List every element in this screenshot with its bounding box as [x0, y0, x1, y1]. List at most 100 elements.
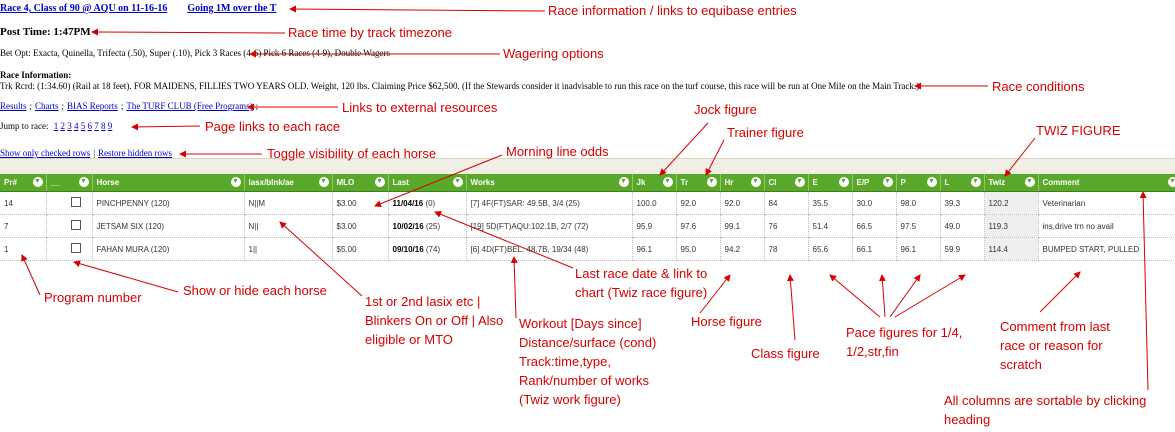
- annotation-comment: Comment from last race or reason for scr…: [1000, 319, 1110, 372]
- sort-icon: ▼: [32, 177, 43, 187]
- show-checked-rows-link[interactable]: Show only checked rows: [0, 148, 90, 158]
- jump-race-link[interactable]: 5: [81, 121, 86, 131]
- col-label: MLO: [336, 178, 355, 187]
- entries-table: Pr# ▼ __ ▼ Horse ▼ lasx/blnk/ae ▼ MLO ▼ Last ▼…: [0, 174, 1175, 261]
- horse-figure: 94.2: [720, 237, 765, 261]
- toggle-separator: |: [93, 148, 96, 158]
- turf-club-link[interactable]: The TURF CLUB (Free Programs): [126, 101, 252, 111]
- twiz-figure: 120.2: [984, 191, 1039, 215]
- arrow-line: [73, 260, 179, 293]
- sort-icon: ▼: [78, 177, 89, 187]
- link-separator: ;: [120, 101, 124, 111]
- sort-icon: ▼: [1024, 177, 1035, 187]
- arrow-line: [91, 28, 286, 36]
- workout: [6] 4D(FT)BEL: 48.7B, 19/34 (48): [466, 237, 633, 261]
- jump-race-link[interactable]: 7: [94, 121, 99, 131]
- sort-icon: ▼: [1167, 177, 1175, 187]
- table-header-row: Pr# ▼ __ ▼ Horse ▼ lasx/blnk/ae ▼ MLO ▼ Last ▼…: [0, 174, 1175, 192]
- col-label: Twiz: [988, 178, 1006, 187]
- row-toggles: Show only checked rows | Restore hidden ro…: [0, 148, 172, 158]
- last-race-figure: (0): [425, 198, 436, 208]
- col-header-tr[interactable]: Tr ▼: [676, 174, 721, 192]
- jump-race-link[interactable]: 1: [54, 121, 59, 131]
- annotation-pace: Pace figures for 1/4, 1/2,str,fin: [846, 325, 963, 359]
- race-info-link[interactable]: Race 4, Class of 90 @ AQU on 11-16-16: [0, 3, 167, 14]
- jock-figure: 95.9: [632, 214, 677, 238]
- jump-race-link[interactable]: 3: [67, 121, 72, 131]
- pace-l: 39.3: [940, 191, 985, 215]
- col-header-comment[interactable]: Comment ▼: [1038, 174, 1175, 192]
- pace-p: 97.5: [896, 214, 941, 238]
- jump-race-link[interactable]: 9: [108, 121, 113, 131]
- external-links: Results; Charts; BIAS Reports; The TURF CLU…: [0, 101, 261, 111]
- row-checkbox[interactable]: [70, 197, 81, 207]
- horse-figure: 92.0: [720, 191, 765, 215]
- col-header-cl[interactable]: Cl ▼: [764, 174, 809, 192]
- restore-hidden-rows-link[interactable]: Restore hidden rows: [98, 148, 172, 158]
- col-label: Pr#: [4, 178, 17, 187]
- race-distance-link[interactable]: Going 1M over the T: [187, 3, 276, 14]
- last-race-date-link[interactable]: 11/04/16: [393, 199, 424, 208]
- arrow-line: [1039, 271, 1081, 313]
- col-header-e[interactable]: E ▼: [808, 174, 853, 192]
- sort-icon: ▼: [662, 177, 673, 187]
- arrow-line: [889, 274, 921, 318]
- col-label: P: [900, 178, 906, 187]
- jump-race-link[interactable]: 8: [101, 121, 106, 131]
- col-label: E/P: [856, 178, 870, 187]
- col-label: Jk: [636, 178, 646, 187]
- row-checkbox[interactable]: [70, 220, 81, 230]
- lasix-blinkers: 1||: [244, 237, 333, 261]
- program-number: 7: [0, 214, 47, 238]
- col-header-last[interactable]: Last ▼: [388, 174, 467, 192]
- last-race-cell: 10/02/16 (25): [388, 214, 467, 238]
- col-header-jk[interactable]: Jk ▼: [632, 174, 677, 192]
- arrow-line: [878, 274, 886, 318]
- col-label: Horse: [96, 178, 120, 187]
- last-race-date-link[interactable]: 09/10/16: [393, 245, 424, 254]
- annotation-race-info: Race information / links to equibase ent…: [548, 3, 797, 18]
- charts-link[interactable]: Charts: [35, 101, 59, 111]
- horse-name: JETSAM SIX (120): [92, 214, 245, 238]
- lasix-blinkers: N||M: [244, 191, 333, 215]
- col-header-check[interactable]: __ ▼: [46, 174, 93, 192]
- comment: Veterinarian: [1038, 191, 1175, 215]
- annotation-last-race: Last race date & link to chart (Twiz rac…: [575, 266, 708, 300]
- col-header-pr[interactable]: Pr# ▼: [0, 174, 47, 192]
- jump-race-link[interactable]: 6: [88, 121, 93, 131]
- pace-e: 51.4: [808, 214, 853, 238]
- pace-e: 65.6: [808, 237, 853, 261]
- annotation-external-links: Links to external resources: [342, 100, 498, 115]
- jump-label: Jump to race:: [0, 121, 49, 131]
- sort-icon: ▼: [230, 177, 241, 187]
- col-header-p[interactable]: P ▼: [896, 174, 941, 192]
- results-link[interactable]: Results: [0, 101, 27, 111]
- row-checkbox[interactable]: [70, 243, 81, 253]
- bias-reports-link[interactable]: BIAS Reports: [67, 101, 118, 111]
- morning-line-odds: $3.00: [332, 191, 389, 215]
- col-header-mlo[interactable]: MLO ▼: [332, 174, 389, 192]
- col-header-horse[interactable]: Horse ▼: [92, 174, 245, 192]
- jump-race-link[interactable]: 2: [61, 121, 66, 131]
- sort-icon: ▼: [318, 177, 329, 187]
- col-label: Last: [392, 178, 409, 187]
- jock-figure: 100.0: [632, 191, 677, 215]
- col-header-works[interactable]: Works ▼: [466, 174, 633, 192]
- col-header-hr[interactable]: Hr ▼: [720, 174, 765, 192]
- col-label: E: [812, 178, 818, 187]
- col-label: L: [944, 178, 950, 187]
- col-header-l[interactable]: L ▼: [940, 174, 985, 192]
- program-number: 1: [0, 237, 47, 261]
- arrow-line: [894, 274, 966, 318]
- col-header-lasix[interactable]: lasx/blnk/ae ▼: [244, 174, 333, 192]
- last-race-date-link[interactable]: 10/02/16: [393, 222, 424, 231]
- col-header-twiz[interactable]: Twiz ▼: [984, 174, 1039, 192]
- workout: [19] 5D(FT)AQU:102.1B, 2/7 (72): [466, 214, 633, 238]
- sort-icon: ▼: [926, 177, 937, 187]
- col-header-ep[interactable]: E/P ▼: [852, 174, 897, 192]
- table-row: 14 PINCHPENNY (120) N||M $3.00 11/04/16 …: [0, 191, 1175, 215]
- horse-figure: 99.1: [720, 214, 765, 238]
- annotation-workout: Workout [Days since] Distance/surface (c…: [519, 316, 657, 407]
- annotation-lasix: 1st or 2nd lasix etc | Blinkers On or Of…: [365, 294, 504, 347]
- jump-race-link[interactable]: 4: [74, 121, 79, 131]
